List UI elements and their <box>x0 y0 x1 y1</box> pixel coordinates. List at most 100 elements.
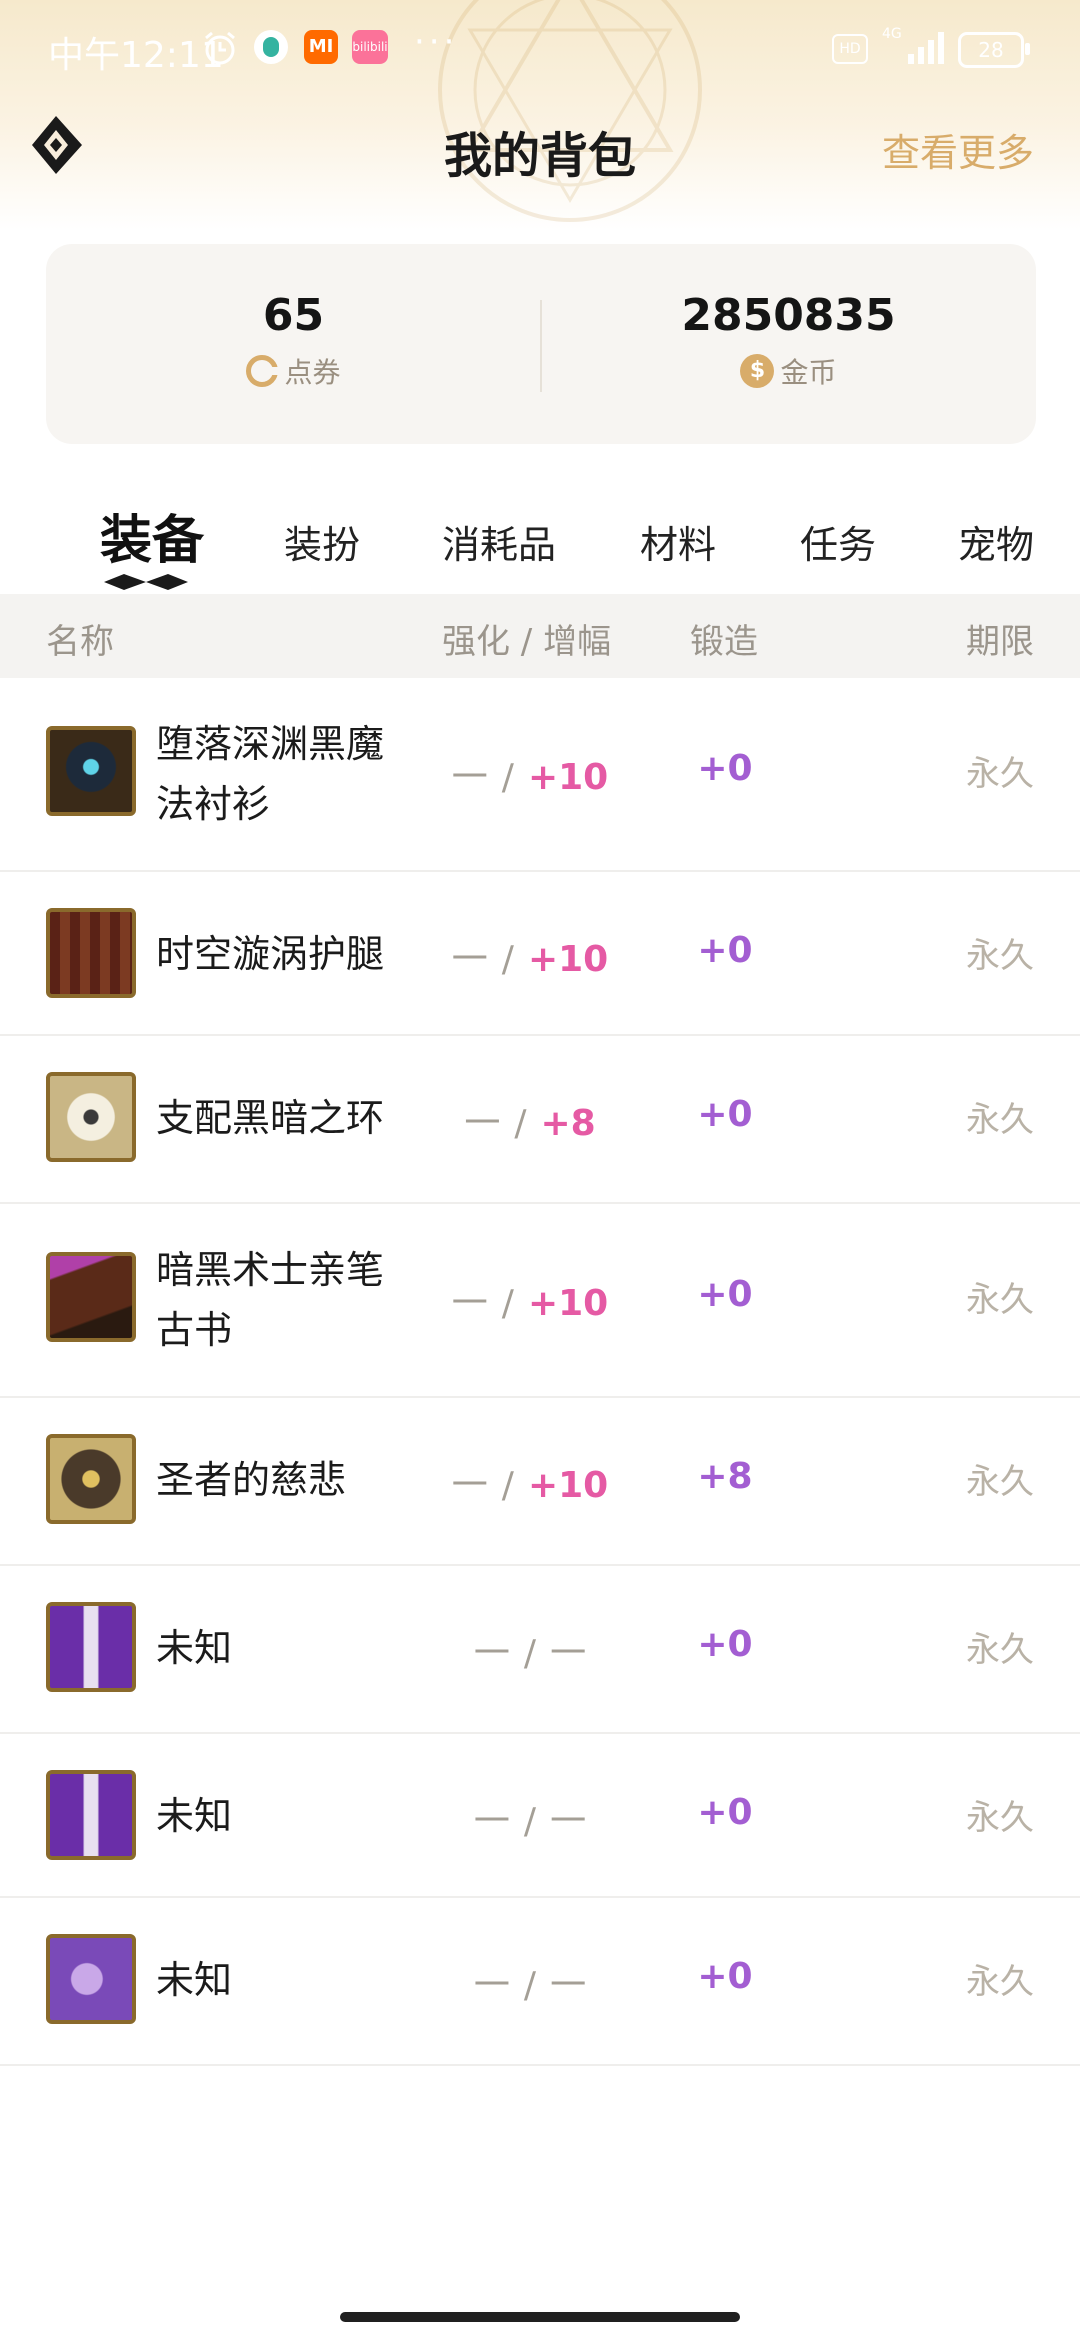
table-row[interactable]: 堕落深渊黑魔法衬衫 一 / +10 +0 永久 <box>0 678 1080 872</box>
enhance-value: 一 <box>451 757 488 798</box>
tab-quests[interactable]: 任务 <box>800 514 876 569</box>
enhance-value: 一 <box>464 1103 501 1144</box>
table-row[interactable]: 支配黑暗之环 一 / +8 +0 永久 <box>0 1036 1080 1204</box>
forge-value: +0 <box>697 930 753 971</box>
tab-equipment[interactable]: 装备 <box>100 498 204 573</box>
item-name: 支配黑暗之环 <box>156 1096 385 1140</box>
upgrade-value: 一 / 一 <box>473 1801 587 1842</box>
mi-app-icon: MI <box>304 30 338 64</box>
ring-icon <box>46 1072 136 1162</box>
item-name: 未知 <box>156 1626 233 1670</box>
item-name: 圣者的慈悲 <box>156 1458 347 1502</box>
coupon-icon <box>246 355 280 387</box>
gold-label: 金币 <box>780 356 837 389</box>
signal-icon <box>908 30 952 68</box>
amplify-value: 一 <box>550 1801 587 1842</box>
period-value: 永久 <box>966 1462 1034 1502</box>
enhance-value: 一 <box>473 1801 510 1842</box>
more-notifications-icon: ··· <box>414 22 459 62</box>
enhance-value: 一 <box>451 1465 488 1506</box>
upgrade-value: 一 / +8 <box>464 1103 596 1144</box>
battery-icon: 28 <box>958 32 1030 68</box>
period-value: 永久 <box>966 1630 1034 1670</box>
alarm-icon <box>202 30 238 70</box>
item-name: 暗黑术士亲笔古书 <box>156 1248 385 1352</box>
forge-value: +0 <box>697 1792 753 1833</box>
amplify-value: +10 <box>527 757 609 798</box>
forge-value: +0 <box>697 1274 753 1315</box>
view-more-link[interactable]: 查看更多 <box>882 122 1034 177</box>
period-value: 永久 <box>966 1962 1034 2002</box>
tab-pets[interactable]: 宠物 <box>958 514 1034 569</box>
item-name: 未知 <box>156 1794 233 1838</box>
amplify-value: 一 <box>550 1633 587 1674</box>
enhance-value: 一 <box>451 1283 488 1324</box>
forge-value: +0 <box>697 1094 753 1135</box>
amplify-value: +10 <box>527 939 609 980</box>
amplify-value: 一 <box>550 1965 587 2006</box>
period-value: 永久 <box>966 1280 1034 1320</box>
gold-coin-icon: $ <box>740 354 775 388</box>
bilibili-app-icon: bilibili <box>352 30 388 64</box>
status-bar: 中午12:11 MI bilibili ··· HD 4G 28 <box>0 0 1080 96</box>
column-period: 期限 <box>966 622 1034 662</box>
column-name: 名称 <box>46 622 114 662</box>
table-header: 名称 强化 / 增幅 锻造 期限 <box>0 594 1080 678</box>
active-tab-indicator <box>104 574 188 590</box>
table-row[interactable]: 圣者的慈悲 一 / +10 +8 永久 <box>0 1398 1080 1566</box>
battery-level: 28 <box>978 38 1004 62</box>
coupon-balance[interactable]: 65 点券 <box>46 244 541 444</box>
wallet-card: 65 点券 2850835 $ 金币 <box>46 244 1036 444</box>
app-notification-icon <box>254 30 288 64</box>
tab-materials[interactable]: 材料 <box>640 514 716 569</box>
column-upgrade: 强化 / 增幅 <box>442 622 612 662</box>
enhance-value: 一 <box>473 1965 510 2006</box>
upgrade-value: 一 / +10 <box>451 1283 609 1324</box>
table-row[interactable]: 暗黑术士亲笔古书 一 / +10 +0 永久 <box>0 1204 1080 1398</box>
purple-sword-icon <box>46 1602 136 1692</box>
item-name: 时空漩涡护腿 <box>156 932 385 976</box>
forge-value: +0 <box>697 1956 753 1997</box>
gold-balance[interactable]: 2850835 $ 金币 <box>541 244 1036 444</box>
period-value: 永久 <box>966 936 1034 976</box>
tab-costume[interactable]: 装扮 <box>284 514 360 569</box>
period-value: 永久 <box>966 754 1034 794</box>
item-name: 堕落深渊黑魔法衬衫 <box>156 722 385 826</box>
purple-moon-icon <box>46 1934 136 2024</box>
upgrade-value: 一 / +10 <box>451 939 609 980</box>
table-row[interactable]: 时空漩涡护腿 一 / +10 +0 永久 <box>0 872 1080 1036</box>
item-list: 堕落深渊黑魔法衬衫 一 / +10 +0 永久 时空漩涡护腿 一 / +10 +0 永久… <box>0 678 1080 2066</box>
amplify-value: +10 <box>527 1465 609 1506</box>
hd-indicator: HD <box>832 34 868 64</box>
leggings-icon <box>46 908 136 998</box>
tome-icon <box>46 1252 136 1342</box>
period-value: 永久 <box>966 1100 1034 1140</box>
forge-value: +8 <box>697 1456 753 1497</box>
item-name: 未知 <box>156 1958 233 2002</box>
amplify-value: +10 <box>527 1283 609 1324</box>
forge-value: +0 <box>697 1624 753 1665</box>
column-forge: 锻造 <box>690 622 758 662</box>
table-row[interactable]: 未知 一 / 一 +0 永久 <box>0 1734 1080 1898</box>
gold-amount: 2850835 <box>681 290 896 341</box>
table-row[interactable]: 未知 一 / 一 +0 永久 <box>0 1566 1080 1734</box>
period-value: 永久 <box>966 1798 1034 1838</box>
forge-value: +0 <box>697 748 753 789</box>
amplify-value: +8 <box>540 1103 596 1144</box>
upgrade-value: 一 / 一 <box>473 1965 587 2006</box>
table-row[interactable]: 未知 一 / 一 +0 永久 <box>0 1898 1080 2066</box>
enhance-value: 一 <box>451 939 488 980</box>
home-indicator[interactable] <box>340 2312 740 2322</box>
status-time: 中午12:11 <box>48 35 224 76</box>
upgrade-value: 一 / +10 <box>451 757 609 798</box>
category-tabs: 装备 装扮 消耗品 材料 任务 宠物 <box>0 490 1080 590</box>
purple-sword-icon <box>46 1770 136 1860</box>
network-type: 4G <box>882 26 902 42</box>
coupon-amount: 65 <box>262 290 325 341</box>
upgrade-value: 一 / 一 <box>473 1633 587 1674</box>
enhance-value: 一 <box>473 1633 510 1674</box>
dark-armor-icon <box>46 726 136 816</box>
tab-consumables[interactable]: 消耗品 <box>442 514 556 569</box>
coupon-label: 点券 <box>284 356 341 389</box>
upgrade-value: 一 / +10 <box>451 1465 609 1506</box>
